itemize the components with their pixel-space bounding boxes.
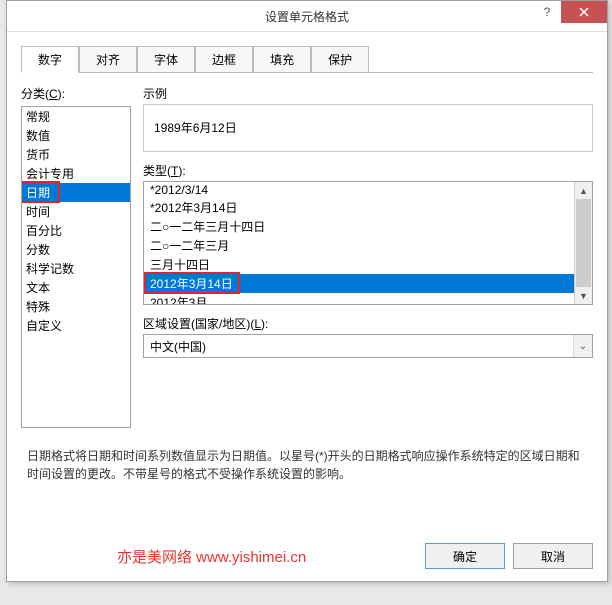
category-column: 分类(C):分类(C): 常规 数值 货币 会计专用 日期 时间 百分比 分数 … [21,85,131,428]
close-button[interactable] [561,1,607,23]
scroll-thumb[interactable] [576,199,591,287]
category-item-text[interactable]: 文本 [22,278,130,297]
category-item-custom[interactable]: 自定义 [22,316,130,335]
description-text: 日期格式将日期和时间系列数值显示为日期值。以星号(*)开头的日期格式响应操作系统… [27,447,587,483]
tabstrip: 数字 对齐 字体 边框 填充 保护 [21,46,593,73]
category-item-special[interactable]: 特殊 [22,297,130,316]
sample-box: 1989年6月12日 [143,104,593,152]
scroll-down-button[interactable]: ▼ [575,287,592,304]
tab-number[interactable]: 数字 [21,46,79,73]
type-item-selected[interactable]: 2012年3月14日 [144,274,575,293]
type-label: 类型(T):类型(T): [143,162,593,179]
category-item-accounting[interactable]: 会计专用 [22,164,130,183]
category-label: 分类(C):分类(C): [21,85,131,102]
watermark: 亦是美网络 www.yishimei.cn [117,546,306,567]
titlebar: 设置单元格格式 ? [7,1,607,32]
tab-border[interactable]: 边框 [195,46,253,72]
cancel-button[interactable]: 取消 [513,543,593,569]
type-item[interactable]: 三月十四日 [144,255,575,274]
sample-value: 1989年6月12日 [154,121,237,135]
category-item-fraction[interactable]: 分数 [22,240,130,259]
type-item[interactable]: *2012/3/14 [144,182,575,198]
category-item-currency[interactable]: 货币 [22,145,130,164]
category-item-time[interactable]: 时间 [22,202,130,221]
type-item[interactable]: 二○一二年三月 [144,236,575,255]
dialog-title: 设置单元格格式 [265,8,349,25]
close-icon [579,7,589,17]
help-button[interactable]: ? [533,1,561,23]
category-list[interactable]: 常规 数值 货币 会计专用 日期 时间 百分比 分数 科学记数 文本 特殊 自定… [21,106,131,428]
locale-value: 中文(中国) [150,338,206,355]
locale-section: 区域设置(国家/地区)(L):区域设置(国家/地区)(L): 中文(中国) ⌄ [143,315,593,358]
tab-fill[interactable]: 填充 [253,46,311,72]
type-item[interactable]: 2012年3月 [144,293,575,305]
tab-alignment[interactable]: 对齐 [79,46,137,72]
type-list[interactable]: *2012/3/14 *2012年3月14日 二○一二年三月十四日 二○一二年三… [143,181,593,305]
type-item[interactable]: *2012年3月14日 [144,198,575,217]
scroll-up-button[interactable]: ▲ [575,182,592,199]
ok-button[interactable]: 确定 [425,543,505,569]
tab-font[interactable]: 字体 [137,46,195,72]
tab-container: 数字 对齐 字体 边框 填充 保护 [21,46,593,73]
locale-select[interactable]: 中文(中国) ⌄ [143,334,593,358]
content-area: 分类(C):分类(C): 常规 数值 货币 会计专用 日期 时间 百分比 分数 … [7,73,607,428]
tab-protection[interactable]: 保护 [311,46,369,72]
chevron-down-icon: ⌄ [573,335,592,357]
scrollbar[interactable]: ▲ ▼ [574,182,592,304]
category-item-date[interactable]: 日期 [22,183,130,202]
format-cells-dialog: 设置单元格格式 ? 数字 对齐 字体 边框 填充 保护 分类(C):分类(C):… [6,0,608,582]
footer-buttons: 确定 取消 [425,543,593,569]
category-item-percentage[interactable]: 百分比 [22,221,130,240]
category-item-scientific[interactable]: 科学记数 [22,259,130,278]
details-column: 示例 1989年6月12日 类型(T):类型(T): *2012/3/14 *2… [143,85,593,428]
category-item-general[interactable]: 常规 [22,107,130,126]
type-item[interactable]: 二○一二年三月十四日 [144,217,575,236]
locale-label: 区域设置(国家/地区)(L):区域设置(国家/地区)(L): [143,315,593,332]
window-controls: ? [533,1,607,23]
sample-label: 示例 [143,85,593,102]
category-item-number[interactable]: 数值 [22,126,130,145]
